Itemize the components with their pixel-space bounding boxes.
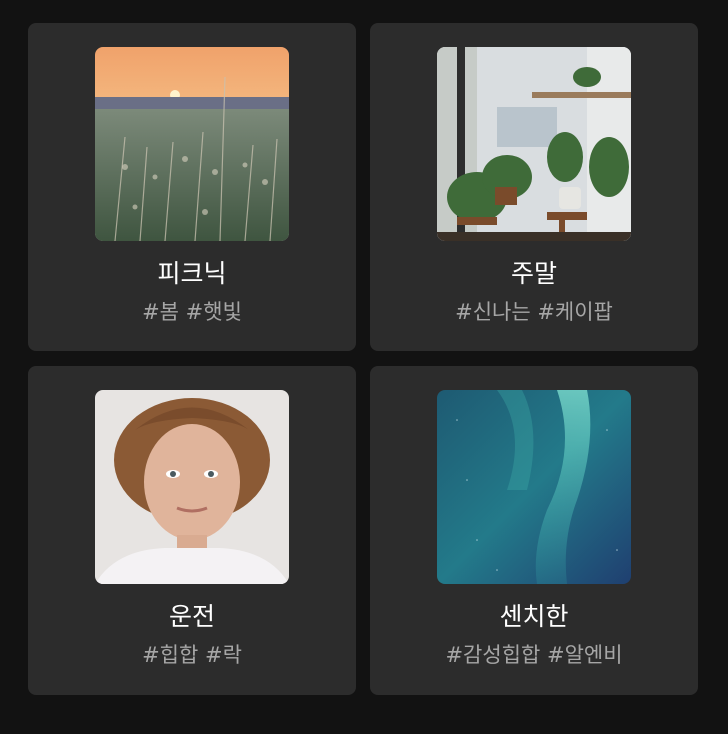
playlist-card-picnic[interactable]: 피크닉 #봄 #햇빛	[28, 23, 356, 351]
playlist-title: 피크닉	[157, 259, 227, 288]
playlist-tags: #신나는 #케이팝	[455, 300, 613, 324]
playlist-tags: #힙합 #락	[142, 643, 242, 667]
playlist-card-weekend[interactable]: 주말 #신나는 #케이팝	[370, 23, 698, 351]
houseplants-cafe-image	[437, 47, 631, 241]
playlist-title: 운전	[168, 602, 215, 631]
playlist-grid: 피크닉 #봄 #햇빛 주말 #신나는 #케이팝 운전 #힙합 #락 센치한 #감…	[28, 23, 698, 695]
playlist-tags: #봄 #햇빛	[142, 300, 242, 324]
playlist-tags: #감성힙합 #알엔비	[445, 643, 623, 667]
portrait-image	[95, 390, 289, 584]
playlist-card-sentimental[interactable]: 센치한 #감성힙합 #알엔비	[370, 366, 698, 695]
playlist-card-drive[interactable]: 운전 #힙합 #락	[28, 366, 356, 695]
aurora-image	[437, 390, 631, 584]
playlist-title: 주말	[510, 259, 557, 288]
sunset-meadow-image	[95, 47, 289, 241]
playlist-title: 센치한	[499, 602, 569, 631]
